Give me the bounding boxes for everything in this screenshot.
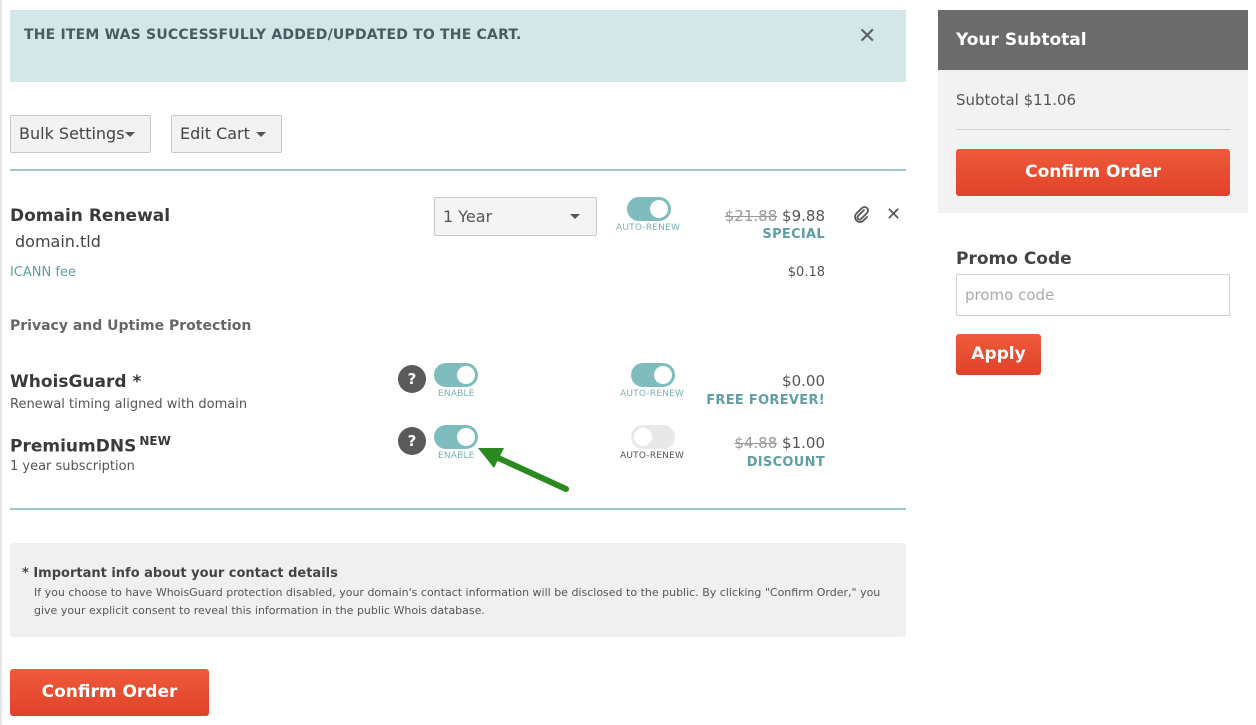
whoisguard-price: $0.00 [782,372,825,390]
remove-item-icon[interactable]: ✕ [886,204,901,225]
discount-tag: DISCOUNT [746,455,825,470]
premiumdns-price: $4.88 $1.00 [734,434,825,452]
old-price: $4.88 [734,434,778,452]
confirm-order-button[interactable]: Confirm Order [10,669,209,716]
whoisguard-title: WhoisGuard * [10,372,142,392]
enable-label: ENABLE [438,451,475,461]
auto-renew-label: AUTO-RENEW [620,389,685,399]
premiumdns-subtitle: 1 year subscription [10,459,135,474]
help-icon[interactable]: ? [398,427,426,455]
current-price: $9.88 [782,207,825,225]
current-price: $1.00 [782,434,825,452]
toggle-knob [457,428,475,446]
chevron-down-icon [256,132,266,137]
help-icon[interactable]: ? [398,365,426,393]
premiumdns-title: PremiumDNS [10,436,137,457]
paperclip-icon[interactable] [852,206,870,224]
renewal-period-value: 1 Year [443,207,493,226]
premiumdns-title-row: PremiumDNS NEW [10,434,171,457]
toggle-knob [654,366,672,384]
domain-name: domain.tld [15,232,101,251]
apply-button[interactable]: Apply [956,334,1041,375]
info-title: * Important info about your contact deta… [22,566,338,581]
subtotal-amount: Subtotal $11.06 [956,91,1077,109]
protection-heading: Privacy and Uptime Protection [10,318,252,334]
subtotal-divider [956,129,1230,130]
premiumdns-enable-toggle[interactable] [434,425,478,449]
left-border [0,0,2,725]
bulk-settings-label: Bulk Settings [19,124,125,143]
toggle-knob [650,200,668,218]
section-divider [10,169,906,171]
annotation-arrow-icon [476,440,576,500]
auto-renew-label: AUTO-RENEW [616,223,681,233]
whoisguard-auto-renew-toggle[interactable] [631,363,675,387]
renewal-period-select[interactable]: 1 Year [434,197,597,236]
auto-renew-label: AUTO-RENEW [620,451,685,461]
domain-auto-renew-toggle[interactable] [627,197,671,221]
domain-price: $21.88 $9.88 [725,207,825,225]
enable-label: ENABLE [438,389,475,399]
toggle-knob [634,428,652,446]
icann-fee-label: ICANN fee [10,265,76,280]
chevron-down-icon [570,214,580,219]
close-icon[interactable]: ✕ [858,24,876,49]
section-divider [10,508,906,510]
old-price: $21.88 [724,207,778,225]
whoisguard-enable-toggle[interactable] [434,363,478,387]
edit-cart-dropdown[interactable]: Edit Cart [171,115,282,153]
promo-code-label: Promo Code [956,249,1072,269]
free-forever-tag: FREE FOREVER! [706,393,825,408]
info-body: If you choose to have WhoisGuard protect… [34,586,881,617]
premiumdns-auto-renew-toggle[interactable] [631,425,675,449]
domain-renewal-title: Domain Renewal [10,206,171,226]
success-alert [10,10,906,82]
whoisguard-subtitle: Renewal timing aligned with domain [10,397,248,412]
edit-cart-label: Edit Cart [180,124,250,143]
toggle-knob [457,366,475,384]
icann-fee-price: $0.18 [787,265,825,280]
special-tag: SPECIAL [762,227,825,242]
subtotal-heading: Your Subtotal [956,30,1087,50]
sidebar-confirm-order-button[interactable]: Confirm Order [956,149,1230,196]
alert-message: THE ITEM WAS SUCCESSFULLY ADDED/UPDATED … [24,27,522,43]
new-badge: NEW [139,434,171,448]
chevron-down-icon [125,132,135,137]
promo-code-input[interactable] [956,274,1230,316]
bulk-settings-dropdown[interactable]: Bulk Settings [10,115,151,153]
